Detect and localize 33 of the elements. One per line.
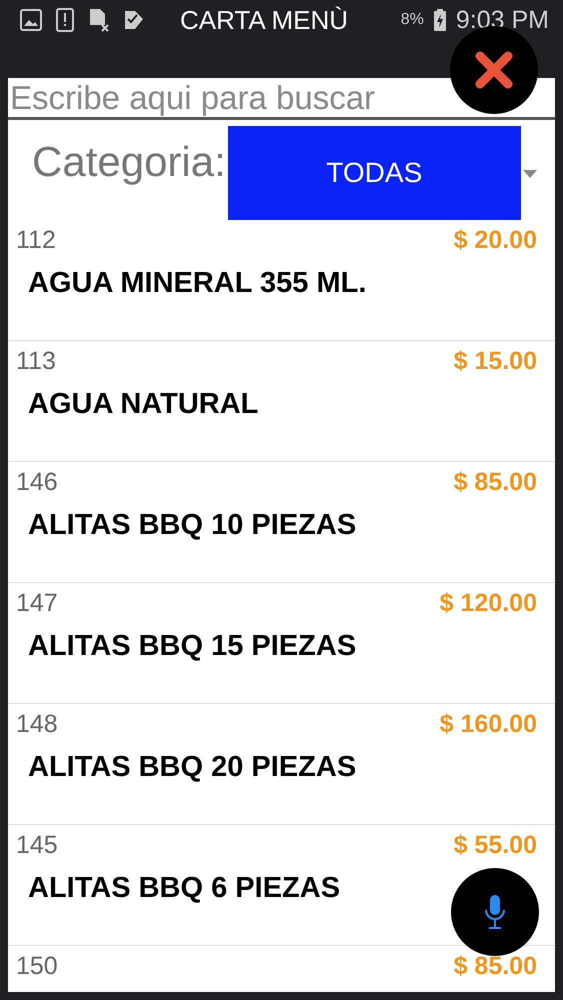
item-price: $ 20.00: [454, 226, 537, 255]
item-name[interactable]: ALITAS BBQ 6 PIEZAS: [28, 872, 340, 905]
item-price: $ 55.00: [454, 831, 537, 860]
close-icon: [475, 51, 513, 89]
image-icon: [20, 9, 42, 31]
item-price: $ 85.00: [454, 468, 537, 497]
item-price: $ 120.00: [440, 589, 537, 618]
item-code: 147: [16, 589, 58, 618]
microphone-icon: [484, 894, 506, 930]
item-price: $ 85.00: [454, 952, 537, 981]
battery-percent: 8%: [400, 11, 424, 29]
item-name[interactable]: AGUA NATURAL: [28, 388, 258, 421]
alert-icon: [56, 8, 74, 32]
item-name[interactable]: ALITAS BBQ 10 PIEZAS: [28, 509, 356, 542]
item-code: 145: [16, 831, 58, 860]
item-code: 148: [16, 710, 58, 739]
category-label: Categoria:: [31, 137, 226, 186]
battery-icon: [434, 9, 446, 31]
item-price: $ 15.00: [454, 347, 537, 376]
item-name[interactable]: ALITAS BBQ 20 PIEZAS: [28, 751, 356, 784]
clock: 9:03 PM: [456, 6, 549, 34]
item-code: 146: [16, 468, 58, 497]
dropdown-caret-icon[interactable]: [522, 170, 537, 178]
app-title: CARTA MENÙ: [180, 4, 350, 36]
check-icon: [124, 10, 144, 30]
item-name[interactable]: AGUA MINERAL 355 ML.: [28, 267, 366, 300]
category-dropdown[interactable]: TODAS: [228, 126, 521, 220]
item-code: 150: [16, 952, 58, 981]
item-code: 113: [16, 347, 56, 376]
item-name[interactable]: ALITAS BBQ 15 PIEZAS: [28, 630, 356, 663]
item-price: $ 160.00: [440, 710, 537, 739]
sim-icon: [88, 8, 110, 32]
item-code: 112: [16, 226, 56, 255]
